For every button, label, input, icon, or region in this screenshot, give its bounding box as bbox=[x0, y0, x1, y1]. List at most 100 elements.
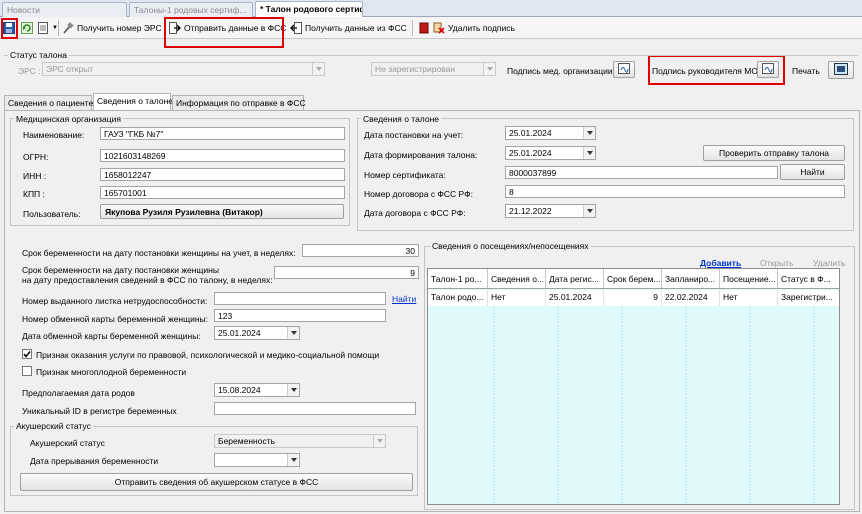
send-obstetric-status-button[interactable]: Отправить сведения об акушерском статусе… bbox=[20, 473, 413, 491]
kpp-field[interactable]: 165701001 bbox=[100, 186, 345, 199]
registration-date-label: Дата постановки на учет: bbox=[364, 130, 464, 140]
org-name-field[interactable]: ГАУЗ "ГКБ №7" bbox=[100, 127, 345, 140]
get-from-fss-button[interactable]: Получить данные из ФСС bbox=[290, 20, 407, 36]
checkmark-icon bbox=[23, 351, 31, 358]
term-at-registration-label: Срок беременности на дату постановки жен… bbox=[22, 248, 296, 258]
chevron-down-icon bbox=[583, 205, 595, 217]
table-cell: 9 bbox=[604, 290, 662, 306]
talon-info-group-title: Сведения о талоне bbox=[361, 114, 442, 124]
expected-birth-date-value: 15.08.2024 bbox=[218, 385, 261, 395]
term-at-fss-label-line1: Срок беременности на дату постановки жен… bbox=[22, 265, 219, 275]
registration-status-value: Не зарегистрирован bbox=[375, 64, 456, 74]
formation-date-value: 25.01.2024 bbox=[509, 148, 552, 158]
column-header[interactable]: Запланиро... bbox=[662, 269, 720, 288]
pregnancy-uid-field[interactable] bbox=[214, 402, 416, 415]
print-icon bbox=[834, 63, 848, 77]
org-name-label: Наименование: bbox=[23, 130, 85, 140]
table-row[interactable]: Талон родо... Нет 25.01.2024 9 22.02.202… bbox=[428, 290, 839, 306]
open-visit-link[interactable]: Открыть bbox=[760, 258, 793, 268]
delete-visit-link[interactable]: Удалить bbox=[813, 258, 845, 268]
termination-date-picker[interactable] bbox=[214, 453, 300, 467]
obstetric-status-value: Беременность bbox=[218, 436, 276, 446]
head-signature-button[interactable] bbox=[757, 61, 779, 78]
table-cell: Талон родо... bbox=[428, 290, 488, 306]
red-book-button[interactable] bbox=[418, 20, 430, 36]
receive-arrow-icon bbox=[290, 22, 302, 34]
ers-status-combo[interactable]: ЭРС открыт bbox=[42, 62, 325, 76]
signature-icon bbox=[762, 63, 774, 76]
table-header: Талон-1 ро... Сведения о... Дата регис..… bbox=[428, 269, 839, 289]
get-ers-number-button[interactable]: Получить номер ЭРС bbox=[62, 20, 162, 36]
tab-patient-info[interactable]: Сведения о пациенте bbox=[4, 95, 93, 110]
exchange-card-date-label: Дата обменной карты беременной женщины: bbox=[22, 331, 201, 341]
exchange-card-date-picker[interactable]: 25.01.2024 bbox=[214, 326, 300, 340]
chevron-down-icon bbox=[373, 435, 385, 447]
table-cell: 25.01.2024 bbox=[546, 290, 604, 306]
term-at-registration-field[interactable]: 30 bbox=[302, 244, 419, 257]
column-header[interactable]: Статус в Ф... bbox=[778, 269, 839, 288]
column-header[interactable]: Дата регис... bbox=[546, 269, 604, 288]
column-header[interactable]: Талон-1 ро... bbox=[428, 269, 488, 288]
registration-date-value: 25.01.2024 bbox=[509, 128, 552, 138]
ogrn-label: ОГРН: bbox=[23, 152, 49, 162]
contract-date-label: Дата договора с ФСС РФ: bbox=[364, 208, 466, 218]
table-cell: Нет bbox=[720, 290, 778, 306]
get-from-fss-label: Получить данные из ФСС bbox=[305, 23, 407, 33]
tab-talon-current[interactable]: * Талон родового сертиф... bbox=[255, 1, 363, 18]
user-label: Пользователь: bbox=[23, 209, 81, 219]
get-ers-number-label: Получить номер ЭРС bbox=[77, 23, 162, 33]
term-at-fss-field[interactable]: 9 bbox=[274, 266, 419, 279]
contract-number-field[interactable]: 8 bbox=[505, 185, 845, 198]
refresh-button[interactable] bbox=[21, 20, 33, 36]
find-sick-list-link[interactable]: Найти bbox=[392, 294, 416, 304]
chevron-down-icon bbox=[583, 127, 595, 139]
obstetric-status-combo[interactable]: Беременность bbox=[214, 434, 386, 448]
sick-list-number-field[interactable] bbox=[214, 292, 386, 305]
inn-field[interactable]: 1658012247 bbox=[100, 168, 345, 181]
formation-date-label: Дата формирования талона: bbox=[364, 150, 478, 160]
column-header[interactable]: Срок берем... bbox=[604, 269, 662, 288]
kpp-label: КПП : bbox=[23, 189, 45, 199]
hammer-icon bbox=[62, 22, 74, 34]
column-header[interactable]: Посещение... bbox=[720, 269, 778, 288]
grid-column-lines bbox=[493, 307, 815, 504]
certificate-number-field[interactable]: 8000037899 bbox=[505, 166, 778, 179]
exchange-card-number-field[interactable]: 123 bbox=[214, 309, 386, 322]
expected-birth-date-picker[interactable]: 15.08.2024 bbox=[214, 383, 300, 397]
print-button[interactable] bbox=[828, 61, 854, 79]
delete-signature-label: Удалить подпись bbox=[448, 23, 515, 33]
add-visit-link[interactable]: Добавить bbox=[700, 258, 741, 268]
send-fss-highlight-box bbox=[164, 17, 284, 48]
find-certificate-button[interactable]: Найти bbox=[780, 164, 845, 180]
exchange-card-date-value: 25.01.2024 bbox=[218, 328, 261, 338]
table-cell: Зарегистри... bbox=[781, 292, 833, 302]
registration-date-picker[interactable]: 25.01.2024 bbox=[505, 126, 596, 140]
ers-status-value: ЭРС открыт bbox=[46, 64, 94, 74]
head-signature-label: Подпись руководителя МО bbox=[652, 66, 758, 76]
registration-status-combo[interactable]: Не зарегистрирован bbox=[371, 62, 496, 76]
termination-date-label: Дата прерывания беременности bbox=[30, 456, 159, 466]
refresh-icon bbox=[21, 22, 33, 34]
inn-label: ИНН : bbox=[23, 171, 47, 181]
column-header[interactable]: Сведения о... bbox=[488, 269, 546, 288]
contract-date-picker[interactable]: 21.12.2022 bbox=[505, 204, 596, 218]
document-menu-button[interactable]: ▼ bbox=[37, 20, 58, 36]
tab-fss-send-info[interactable]: Информация по отправке в ФСС bbox=[172, 95, 306, 110]
legal-help-checkbox[interactable] bbox=[22, 349, 32, 359]
user-button[interactable]: Якупова Рузиля Рузилевна (Витакор) bbox=[100, 204, 344, 219]
check-talon-send-button[interactable]: Проверить отправку талона bbox=[703, 145, 845, 161]
obstetric-status-label: Акушерский статус bbox=[30, 438, 105, 448]
tab-news[interactable]: Новости bbox=[2, 2, 127, 17]
chevron-down-icon bbox=[312, 63, 324, 75]
document-icon bbox=[37, 22, 49, 34]
chevron-down-icon bbox=[483, 63, 495, 75]
visits-table[interactable]: Талон-1 ро... Сведения о... Дата регис..… bbox=[427, 268, 840, 505]
formation-date-picker[interactable]: 25.01.2024 bbox=[505, 146, 596, 160]
multiple-pregnancy-checkbox[interactable] bbox=[22, 366, 32, 376]
med-org-signature-button[interactable] bbox=[613, 61, 635, 78]
tab-talon-list[interactable]: Талоны-1 родовых сертиф... bbox=[129, 2, 253, 17]
ogrn-field[interactable]: 1021603148269 bbox=[100, 149, 345, 162]
tab-talon-info[interactable]: Сведения о талоне bbox=[93, 93, 173, 111]
multiple-pregnancy-label: Признак многоплодной беременности bbox=[36, 367, 187, 377]
delete-signature-button[interactable]: Удалить подпись bbox=[433, 20, 515, 36]
